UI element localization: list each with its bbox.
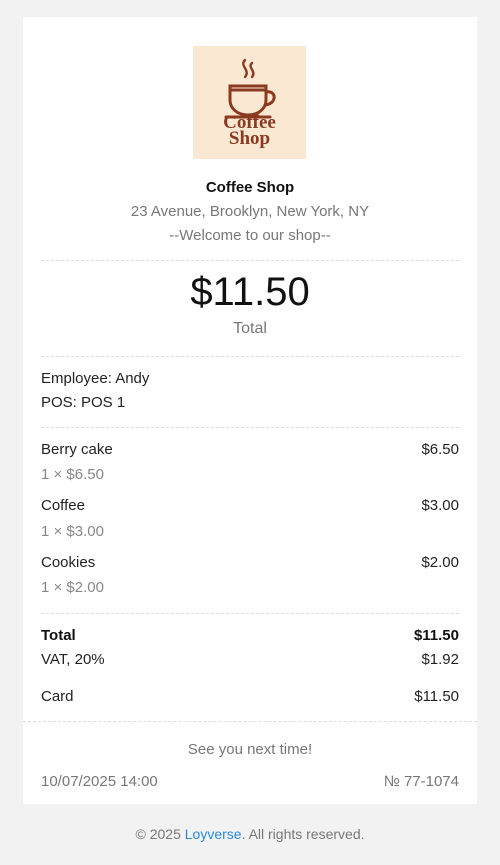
total-amount: $11.50 [190,270,310,314]
loyverse-link[interactable]: Loyverse [185,826,242,842]
line-item-amount: $3.00 [421,497,459,514]
receipt-number: № 77-1074 [383,773,459,790]
welcome-message: --Welcome to our shop-- [169,227,331,244]
line-item-name: Cookies [41,554,96,571]
receipt-card: Coffee Shop Coffee Shop 23 Avenue, Brook… [23,17,477,804]
goodbye-message: See you next time! [187,741,313,758]
line-item-qty-price: 1 × $6.50 [41,466,104,483]
shop-name: Coffee Shop [205,179,295,196]
logo-text-line2: Shop [228,128,271,149]
line-item-amount: $6.50 [421,441,459,458]
copyright-prefix: © 2025 [135,826,185,842]
line-item-qty-price: 1 × $2.00 [41,579,104,596]
shop-address: 23 Avenue, Brooklyn, New York, NY [130,203,370,220]
payment-amount: $11.50 [414,688,459,705]
copyright-notice: © 2025 Loyverse. All rights reserved. [0,826,500,842]
shop-logo: Coffee Shop [193,46,306,159]
divider [41,356,459,357]
total-label: Total [41,627,76,644]
vat-label: VAT, 20% [41,651,105,668]
total-value: $11.50 [413,627,459,644]
receipt-datetime: 10/07/2025 14:00 [41,773,158,790]
divider [41,613,459,614]
payment-method-label: Card [41,688,74,705]
line-item-name: Coffee [41,497,85,514]
line-item-name: Berry cake [41,441,113,458]
divider [41,427,459,428]
vat-value: $1.92 [421,651,459,668]
employee-label: Employee: Andy [41,370,150,387]
line-item-amount: $2.00 [421,554,459,571]
copyright-suffix: . All rights reserved. [241,826,365,842]
receipt-footer: See you next time! 10/07/2025 14:00 № 77… [23,721,477,804]
pos-label: POS: POS 1 [41,394,126,411]
total-caption: Total [233,320,267,337]
line-item-qty-price: 1 × $3.00 [41,523,104,540]
divider [41,260,459,261]
